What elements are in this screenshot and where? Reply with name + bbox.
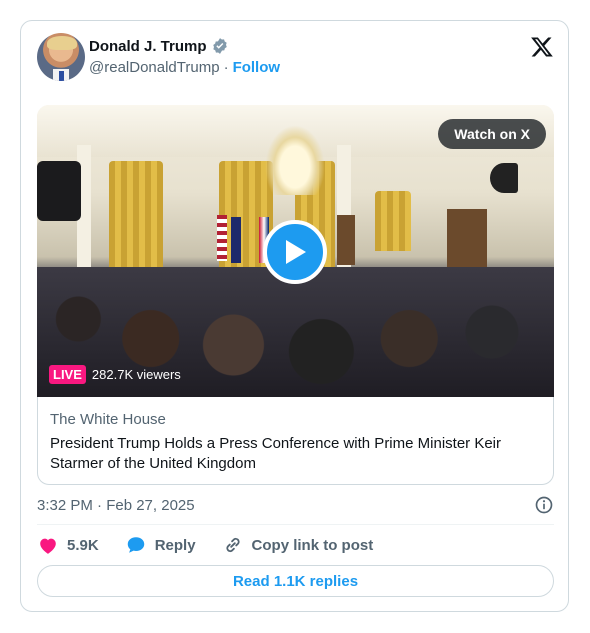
action-bar: 5.9K Reply Copy link to post	[37, 531, 554, 559]
copy-link-label: Copy link to post	[251, 536, 374, 554]
author-handle[interactable]: @realDonaldTrump	[89, 59, 220, 76]
handle-row: @realDonaldTrump · Follow	[89, 59, 280, 76]
live-indicator: LIVE 282.7K viewers	[49, 365, 181, 384]
link-source: The White House	[50, 411, 166, 428]
separator-dot: ·	[223, 59, 229, 76]
avatar[interactable]	[37, 33, 85, 81]
post-header: Donald J. Trump @realDonaldTrump · Follow	[37, 33, 554, 83]
read-replies-button[interactable]: Read 1.1K replies	[37, 565, 554, 597]
x-logo-icon[interactable]	[530, 35, 554, 59]
heart-icon	[40, 538, 56, 554]
watch-on-x-button[interactable]: Watch on X	[438, 119, 546, 149]
follow-button[interactable]: Follow	[233, 59, 281, 76]
info-icon[interactable]	[534, 495, 554, 515]
play-button[interactable]	[263, 220, 327, 284]
chandelier	[265, 125, 325, 195]
live-video-thumbnail[interactable]: Watch on X LIVE 282.7K viewers	[37, 105, 554, 397]
reply-button[interactable]: Reply	[125, 534, 196, 556]
copy-link-button[interactable]: Copy link to post	[222, 534, 374, 556]
timestamp[interactable]: 3:32 PM · Feb 27, 2025	[37, 497, 195, 514]
play-icon	[286, 240, 306, 264]
divider	[37, 524, 554, 525]
author-name[interactable]: Donald J. Trump	[89, 38, 207, 55]
verified-badge-icon	[212, 38, 227, 54]
viewer-count: 282.7K viewers	[91, 367, 181, 382]
like-button[interactable]: 5.9K	[37, 534, 99, 556]
embedded-post-card: Donald J. Trump @realDonaldTrump · Follow	[20, 20, 569, 612]
timestamp-row: 3:32 PM · Feb 27, 2025	[37, 493, 554, 517]
reply-label: Reply	[154, 536, 196, 554]
studio-light	[490, 163, 518, 193]
reply-bubble-icon	[127, 537, 144, 553]
like-count: 5.9K	[67, 536, 99, 554]
author-name-row: Donald J. Trump	[89, 37, 229, 55]
link-headline: President Trump Holds a Press Conference…	[50, 435, 501, 472]
live-badge: LIVE	[49, 365, 86, 384]
link-card[interactable]: The White House President Trump Holds a …	[37, 397, 554, 485]
link-icon	[225, 537, 240, 553]
speaker	[37, 161, 81, 221]
